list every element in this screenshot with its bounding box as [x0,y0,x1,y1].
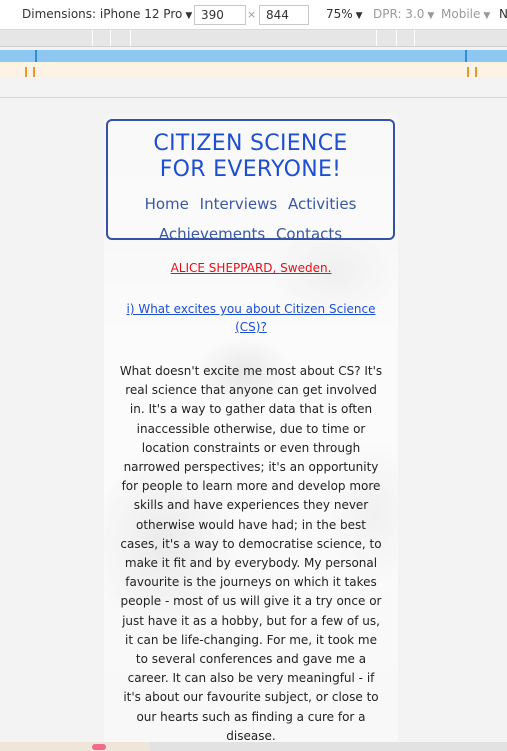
media-query-bar-range[interactable] [0,62,507,78]
nav-link-achievements[interactable]: Achievements [159,225,265,243]
devtools-toolbar: Dimensions: iPhone 12 Pro ▼ 390 × 844 75%… [0,0,507,30]
times-sign: × [247,8,257,21]
nav-link-interviews[interactable]: Interviews [200,195,278,213]
range-tick [467,67,469,77]
media-query-segment [92,30,93,46]
interview-content: ALICE SHEPPARD, Sweden. i) What excites … [118,261,384,746]
height-input[interactable]: 844 [259,5,309,25]
nav-link-activities[interactable]: Activities [288,195,356,213]
pink-shape [92,744,106,750]
site-title: CITIZEN SCIENCE FOR EVERYONE! [108,131,393,183]
mobile-select[interactable]: Mobile ▼ [441,7,490,21]
media-query-bar-min-width[interactable] [0,50,507,62]
range-tick [475,67,477,77]
range-tick [33,67,35,77]
answer-text: What doesn't excite me most about CS? It… [119,364,383,743]
device-viewport: CITIZEN SCIENCE FOR EVERYONE! Home Inter… [104,113,398,751]
media-query-marker [465,50,467,62]
zoom-label: 75% [326,7,353,21]
media-query-segment [396,30,397,46]
zoom-select[interactable]: 75% ▼ [326,7,363,21]
media-query-segment [414,30,415,46]
media-query-bar-max-width[interactable] [0,30,507,47]
device-dimensions-label: Dimensions: iPhone 12 Pro [22,7,183,21]
nav-link-home[interactable]: Home [145,195,189,213]
chevron-down-icon: ▼ [427,11,435,21]
range-tick [25,67,27,77]
media-query-marker [35,50,37,62]
media-query-segment [376,30,377,46]
mobile-label: Mobile [441,7,481,21]
chevron-down-icon: ▼ [355,11,363,21]
chevron-down-icon: ▼ [483,11,491,21]
site-header: CITIZEN SCIENCE FOR EVERYONE! Home Inter… [106,119,395,243]
ruler-divider [0,97,507,98]
toolbar-overflow-text: N [499,7,507,21]
gray-area [150,742,507,751]
device-dimensions-select[interactable]: Dimensions: iPhone 12 Pro ▼ [22,7,192,21]
question-link[interactable]: i) What excites you about Citizen Scienc… [118,300,384,336]
media-query-segment [130,30,131,46]
bottom-strip [0,742,507,751]
dpr-label: DPR: 3.0 [373,7,425,21]
dpr-select[interactable]: DPR: 3.0 ▼ [373,7,434,21]
main-nav: Home Interviews Activities Achievements … [108,189,393,249]
site-title-line-2: FOR EVERYONE! [159,157,342,182]
site-title-line-1: CITIZEN SCIENCE [153,131,348,156]
media-query-segment [110,30,111,46]
chevron-down-icon: ▼ [185,11,193,21]
nav-link-contacts[interactable]: Contacts [276,225,342,243]
width-input[interactable]: 390 [194,5,246,25]
interviewee-name-link[interactable]: ALICE SHEPPARD, Sweden. [118,261,384,275]
